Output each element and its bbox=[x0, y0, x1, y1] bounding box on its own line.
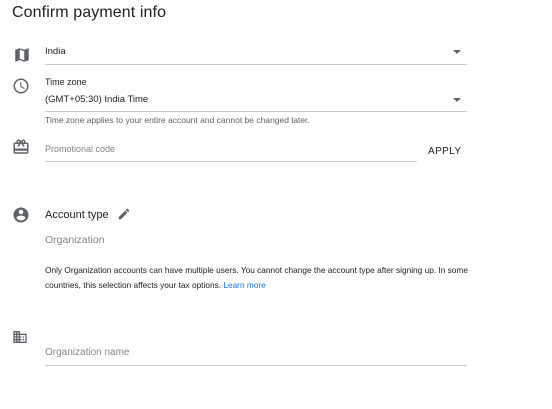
organization-name-placeholder: Organization name bbox=[45, 347, 130, 358]
timezone-select[interactable]: (GMT+05:30) India Time bbox=[45, 91, 467, 112]
country-value: India bbox=[45, 46, 66, 57]
country-select[interactable]: India bbox=[45, 43, 467, 65]
account-type-label: Account type bbox=[45, 209, 109, 221]
organization-name-input[interactable]: Organization name bbox=[45, 343, 467, 366]
timezone-dropdown-arrow-icon bbox=[453, 98, 461, 102]
country-dropdown-arrow-icon bbox=[453, 50, 461, 54]
timezone-label: Time zone bbox=[45, 77, 87, 87]
account-circle-icon bbox=[12, 206, 30, 224]
building-icon bbox=[12, 329, 28, 345]
page-title: Confirm payment info bbox=[12, 4, 167, 21]
clock-icon bbox=[12, 77, 30, 95]
promo-code-input[interactable]: Promotional code bbox=[45, 141, 417, 162]
pencil-icon[interactable] bbox=[117, 207, 131, 221]
apply-button[interactable]: APPLY bbox=[428, 146, 462, 157]
timezone-value: (GMT+05:30) India Time bbox=[45, 94, 149, 105]
timezone-helper-text: Time zone applies to your entire account… bbox=[45, 115, 310, 125]
promo-code-placeholder: Promotional code bbox=[45, 144, 116, 154]
map-icon bbox=[13, 46, 31, 64]
account-type-info: Only Organization accounts can have mult… bbox=[45, 263, 475, 293]
account-type-value: Organization bbox=[45, 234, 105, 246]
learn-more-link[interactable]: Learn more bbox=[223, 280, 265, 290]
gift-card-icon bbox=[12, 138, 30, 156]
